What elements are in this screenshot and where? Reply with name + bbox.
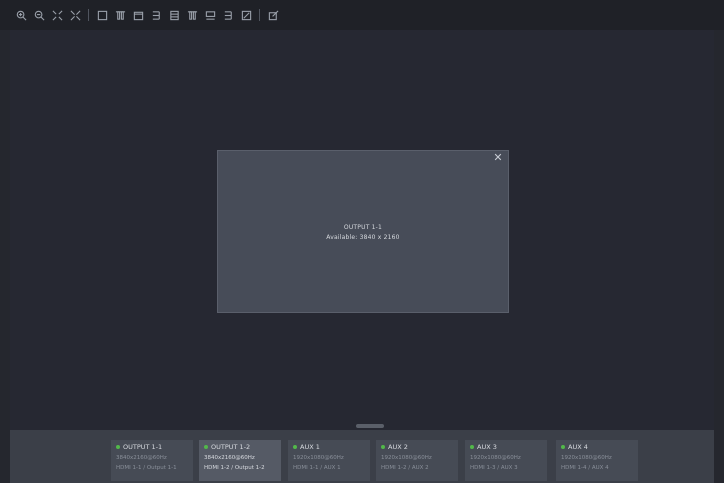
zoom-out-icon[interactable] [32, 8, 46, 22]
align-bottom-icon[interactable] [185, 8, 199, 22]
collapse-icon[interactable] [68, 8, 82, 22]
output-card[interactable]: AUX 4 1920x1080@60Hz HDMI 1-4 / AUX 4 [556, 440, 638, 481]
close-icon[interactable]: ✕ [492, 152, 504, 164]
card-resolution: 1920x1080@60Hz [561, 455, 612, 461]
align-middle-icon[interactable] [167, 8, 181, 22]
output-card[interactable]: AUX 2 1920x1080@60Hz HDMI 1-2 / AUX 2 [376, 440, 458, 481]
output-card-selected[interactable]: OUTPUT 1-2 3840x2160@60Hz HDMI 1-2 / Out… [199, 440, 281, 481]
output-card[interactable]: AUX 3 1920x1080@60Hz HDMI 1-3 / AUX 3 [465, 440, 547, 481]
card-source: HDMI 1-3 / AUX 3 [470, 465, 518, 471]
fit-screen-icon[interactable] [50, 8, 64, 22]
toolbar-separator [259, 9, 260, 21]
toolbar [0, 0, 724, 30]
card-name: OUTPUT 1-1 [123, 443, 163, 451]
output-window[interactable]: ✕ OUTPUT 1-1 Available: 3840 x 2160 [217, 150, 509, 313]
card-resolution: 1920x1080@60Hz [470, 455, 521, 461]
status-dot [204, 445, 208, 449]
status-dot [116, 445, 120, 449]
card-source: HDMI 1-4 / AUX 4 [561, 465, 609, 471]
output-list-panel: OUTPUT 1-1 3840x2160@60Hz HDMI 1-1 / Out… [10, 430, 714, 483]
card-name: AUX 1 [300, 443, 320, 451]
card-source: HDMI 1-2 / AUX 2 [381, 465, 429, 471]
zoom-in-icon[interactable] [14, 8, 28, 22]
status-dot [561, 445, 565, 449]
card-resolution: 3840x2160@60Hz [204, 455, 255, 461]
card-source: HDMI 1-1 / Output 1-1 [116, 465, 177, 471]
card-resolution: 3840x2160@60Hz [116, 455, 167, 461]
output-card[interactable]: OUTPUT 1-1 3840x2160@60Hz HDMI 1-1 / Out… [111, 440, 193, 481]
card-source: HDMI 1-1 / AUX 1 [293, 465, 341, 471]
card-name: AUX 4 [568, 443, 588, 451]
distribute-vertical-icon[interactable] [221, 8, 235, 22]
status-dot [470, 445, 474, 449]
card-name: AUX 3 [477, 443, 497, 451]
output-card[interactable]: AUX 1 1920x1080@60Hz HDMI 1-1 / AUX 1 [288, 440, 370, 481]
card-source: HDMI 1-2 / Output 1-2 [204, 465, 265, 471]
card-name: OUTPUT 1-2 [211, 443, 251, 451]
distribute-horizontal-icon[interactable] [203, 8, 217, 22]
card-name: AUX 2 [388, 443, 408, 451]
toolbar-separator [88, 9, 89, 21]
panel-resize-handle[interactable] [356, 424, 384, 428]
window-title: OUTPUT 1-1 [343, 224, 383, 231]
status-dot [293, 445, 297, 449]
status-dot [381, 445, 385, 449]
card-resolution: 1920x1080@60Hz [381, 455, 432, 461]
window-subtitle: Available: 3840 x 2160 [326, 234, 400, 241]
card-resolution: 1920x1080@60Hz [293, 455, 344, 461]
align-top-icon[interactable] [149, 8, 163, 22]
align-right-icon[interactable] [131, 8, 145, 22]
layout-canvas[interactable]: ✕ OUTPUT 1-1 Available: 3840 x 2160 [10, 30, 714, 430]
align-center-horizontal-icon[interactable] [113, 8, 127, 22]
fullscreen-icon[interactable] [239, 8, 253, 22]
align-left-icon[interactable] [95, 8, 109, 22]
edit-icon[interactable] [266, 8, 280, 22]
